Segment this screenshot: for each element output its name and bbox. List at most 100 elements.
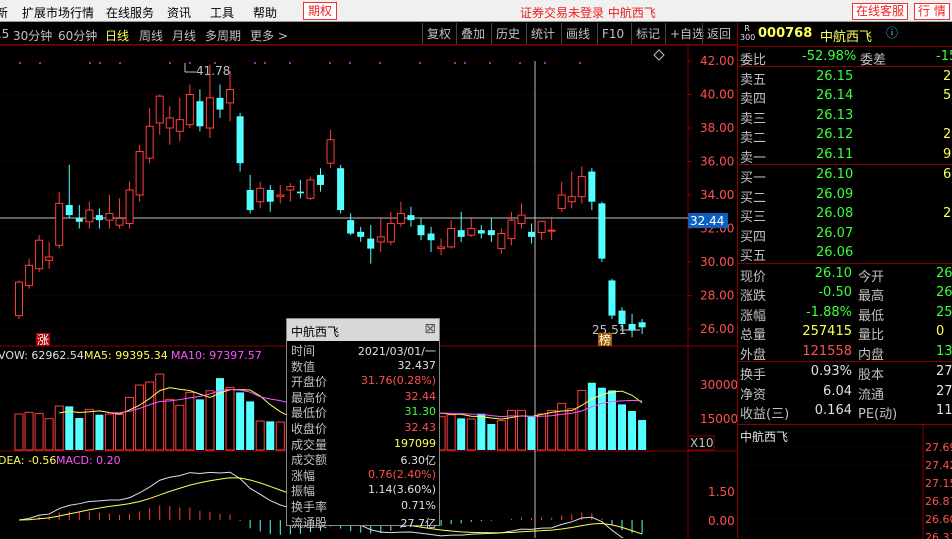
stat-value: 257415 bbox=[802, 324, 852, 339]
volume-bar bbox=[185, 391, 195, 451]
stat-label: 今开 bbox=[858, 269, 885, 285]
level-label: 买一 bbox=[740, 171, 767, 186]
volume-bar bbox=[145, 381, 155, 451]
candle bbox=[347, 213, 355, 236]
candle bbox=[266, 184, 274, 212]
candle bbox=[598, 201, 606, 262]
stat-label: 现价 bbox=[740, 269, 767, 285]
volume-bar bbox=[275, 421, 285, 451]
tooltip-value: 32.44 bbox=[404, 389, 437, 403]
candle bbox=[407, 206, 415, 227]
stat-label: 最高 bbox=[858, 289, 885, 304]
candle bbox=[557, 181, 566, 212]
close-icon[interactable]: ⊠ bbox=[424, 321, 436, 337]
volume-bar bbox=[115, 413, 124, 451]
tooltip-value: 32.43 bbox=[404, 420, 437, 434]
price-tick-label: 40.00 bbox=[700, 88, 734, 102]
candle bbox=[256, 181, 265, 209]
volume-bar bbox=[14, 413, 24, 451]
candle bbox=[286, 183, 295, 202]
candle bbox=[226, 71, 235, 122]
price-tick-label: 36.00 bbox=[700, 155, 734, 169]
weicha-label: 委差 bbox=[860, 53, 887, 68]
stat-value: 6.04 bbox=[823, 383, 852, 399]
volume-bar bbox=[84, 408, 94, 451]
volume-bar bbox=[195, 399, 204, 450]
tooltip-key: 流通股 bbox=[291, 515, 328, 530]
volume-bar bbox=[24, 411, 34, 451]
level-volume: 6 bbox=[943, 167, 952, 182]
mini-chart: 中航西飞 27.6927.4227.1526.8726.6026.33 bbox=[738, 424, 952, 539]
data-tooltip: 中航西飞 ⊠ 时间 2021/03/01/一 数值 32.437 开盘价 31.76(0.2… bbox=[286, 318, 440, 530]
level-label: 买二 bbox=[740, 190, 767, 206]
price-tick-label: 26.00 bbox=[700, 322, 734, 336]
candle bbox=[547, 216, 556, 241]
macd-tick-label: 1.50 bbox=[708, 485, 735, 499]
volume-bar bbox=[628, 411, 637, 450]
level-volume: 5 bbox=[943, 88, 952, 103]
candle bbox=[386, 211, 395, 246]
info-icon[interactable]: ⓘ bbox=[886, 24, 898, 41]
level-price: 26.15 bbox=[816, 68, 854, 84]
volume-bar bbox=[104, 413, 114, 451]
tooltip-row: 成交额 6.30亿 bbox=[287, 450, 439, 467]
volume-bar bbox=[225, 386, 235, 451]
candle bbox=[467, 218, 476, 237]
market-badge: R 300 bbox=[740, 24, 756, 42]
vol-ma10-value: MA10: 97397.57 bbox=[171, 349, 262, 362]
tooltip-value: 0.71% bbox=[401, 498, 436, 512]
bid-level-row: 买三 26.08 2 bbox=[738, 204, 952, 225]
rank-marker: 榜 bbox=[599, 332, 611, 347]
stat-value: 27.7 bbox=[936, 364, 952, 379]
bid-level-row: 买一 26.10 6 bbox=[738, 165, 952, 186]
bid-level-row: 买四 26.07 bbox=[738, 224, 952, 245]
candle bbox=[507, 211, 516, 246]
ask-level-row: 卖四 26.14 5 bbox=[738, 86, 952, 107]
level-label: 卖四 bbox=[740, 92, 767, 107]
level-price: 26.08 bbox=[816, 206, 854, 221]
quote-stat-row: 总量 257415 量比 0 bbox=[738, 322, 952, 343]
candle bbox=[638, 318, 646, 335]
stat-value: 27.7 bbox=[936, 383, 952, 399]
tooltip-row: 换手率 0.71% bbox=[287, 497, 439, 514]
quotes-button[interactable]: 行 情 bbox=[914, 3, 950, 20]
candle bbox=[165, 106, 174, 145]
level-label: 卖三 bbox=[740, 111, 767, 127]
candle bbox=[367, 225, 375, 264]
online-service-button[interactable]: 在线客服 bbox=[852, 3, 909, 20]
stat-label: 净资 bbox=[740, 387, 767, 403]
high-price-label: 41.78 bbox=[196, 64, 230, 78]
candle bbox=[537, 220, 546, 241]
candle bbox=[25, 258, 34, 289]
candle bbox=[437, 238, 446, 256]
vol-ma5-value: MA5: 99395.34 bbox=[84, 349, 168, 362]
bid-level-row: 买五 26.06 bbox=[738, 243, 952, 264]
candle bbox=[216, 84, 224, 118]
mini-axis-label: 26.60 bbox=[925, 513, 952, 526]
candle bbox=[357, 226, 365, 242]
candle bbox=[326, 129, 335, 169]
level-label: 买五 bbox=[740, 249, 767, 264]
candle bbox=[497, 228, 506, 254]
level-label: 买三 bbox=[740, 210, 767, 225]
candle bbox=[417, 218, 425, 241]
stat-label: 总量 bbox=[740, 328, 767, 343]
stat-label: 最低 bbox=[858, 308, 885, 324]
candle bbox=[115, 198, 124, 229]
volume-bar bbox=[246, 401, 255, 450]
stat-value: 0.93% bbox=[810, 364, 852, 379]
candle bbox=[376, 218, 385, 252]
volume-bar bbox=[587, 382, 596, 450]
bid-level-row: 买二 26.09 bbox=[738, 185, 952, 206]
stat-value: -0.50 bbox=[818, 285, 852, 300]
volume-bar bbox=[466, 418, 476, 451]
settings-diamond-icon[interactable] bbox=[653, 49, 665, 61]
candle bbox=[145, 107, 154, 164]
price-tick-label: 38.00 bbox=[700, 121, 734, 135]
quote-stat-row: 现价 26.10 今开 26 bbox=[738, 264, 952, 285]
weicha-value: -15 bbox=[936, 49, 952, 64]
volume-bar bbox=[266, 421, 275, 450]
ask-level-row: 卖一 26.11 9 bbox=[738, 145, 952, 166]
ask-level-row: 卖五 26.15 2 bbox=[738, 67, 952, 88]
candle bbox=[135, 144, 144, 202]
